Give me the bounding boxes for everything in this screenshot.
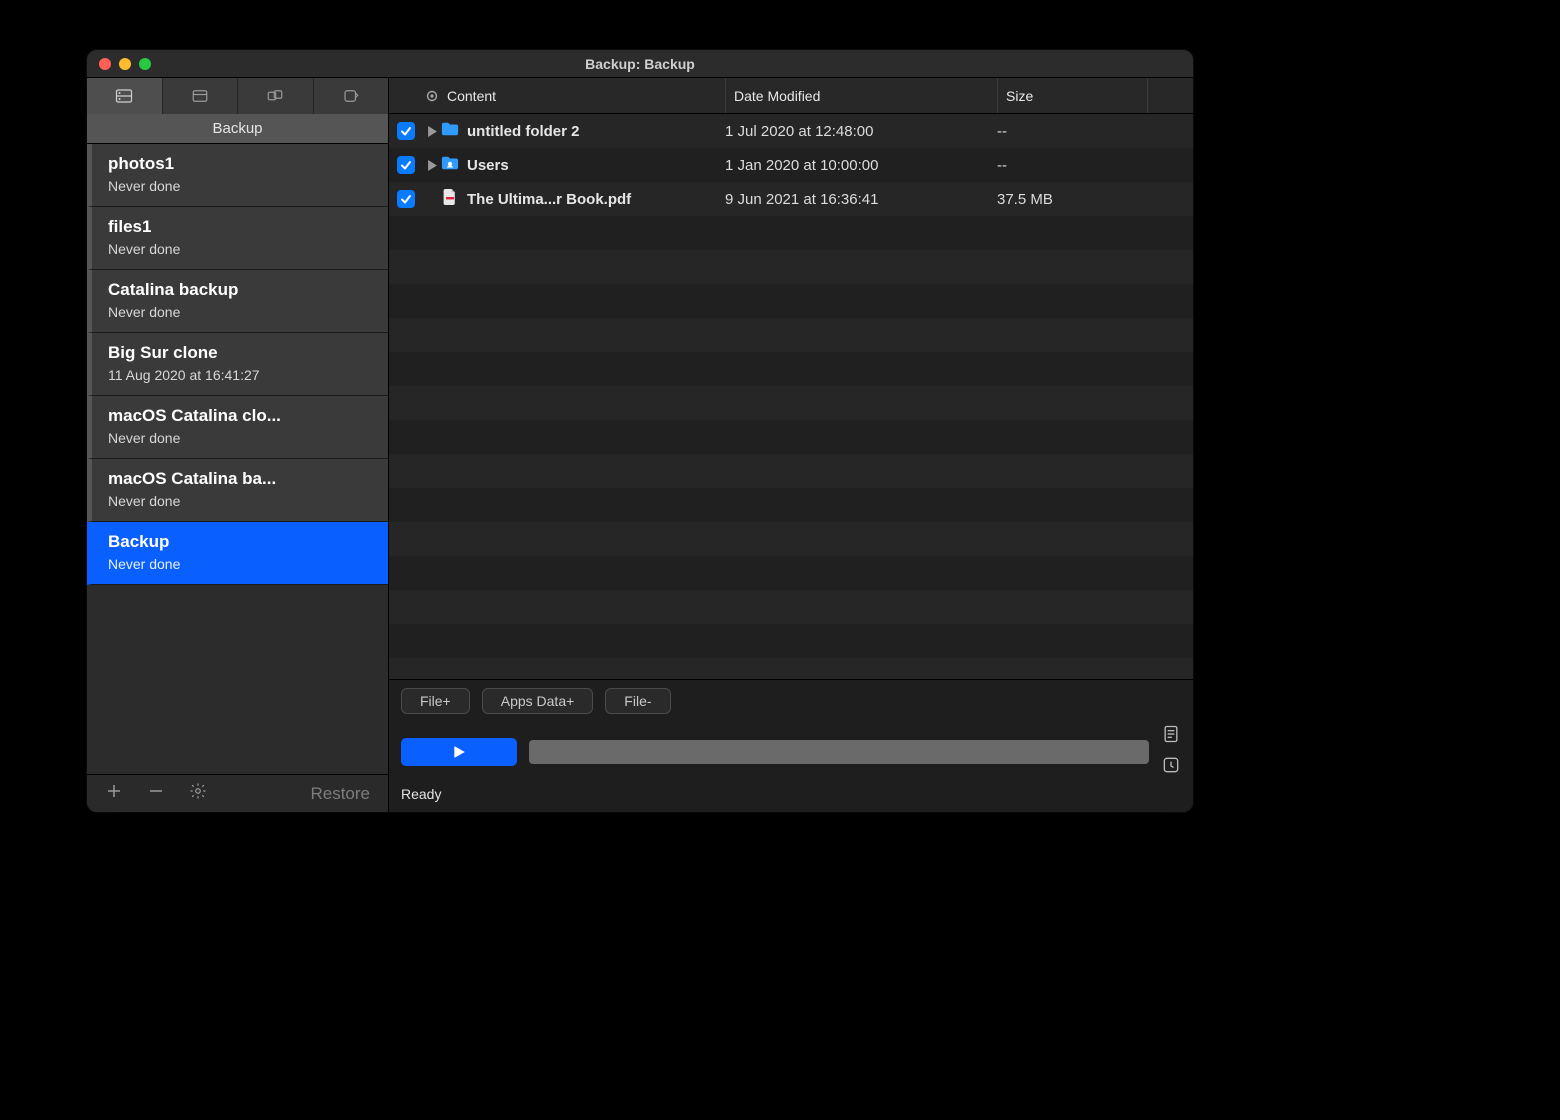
file-date: 1 Jan 2020 at 10:00:00 [725,157,997,174]
table-row [389,386,1193,420]
file-size: -- [997,157,1147,174]
file-name: Users [467,157,509,174]
sidebar-item-name: macOS Catalina clo... [108,406,372,426]
table-row[interactable]: Users 1 Jan 2020 at 10:00:00-- [389,148,1193,182]
file-name: untitled folder 2 [467,123,580,140]
status-text: Ready [401,786,1181,802]
sidebar-item-status: Never done [108,304,372,320]
row-checkbox[interactable] [397,190,415,208]
sidebar-item-name: Catalina backup [108,280,372,300]
file-name: The Ultima...r Book.pdf [467,191,631,208]
sidebar-item[interactable]: Catalina backup Never done [87,270,388,333]
bottom-bar: File+ Apps Data+ File- [389,679,1193,812]
sidebar-item-status: Never done [108,556,372,572]
titlebar: Backup: Backup [87,50,1193,78]
table-header: Content Date Modified Size [389,78,1193,114]
file-icon [441,121,467,141]
sidebar-item-name: Backup [108,532,372,552]
sidebar-item-name: Big Sur clone [108,343,372,363]
sidebar-item[interactable]: Big Sur clone 11 Aug 2020 at 16:41:27 [87,333,388,396]
column-size[interactable]: Size [997,78,1147,113]
row-checkbox[interactable] [397,122,415,140]
restore-button[interactable]: Restore [310,784,370,804]
table-row [389,590,1193,624]
table-row [389,658,1193,679]
log-icon[interactable] [1161,724,1181,749]
table-row [389,488,1193,522]
table-row [389,284,1193,318]
add-task-button[interactable] [105,782,123,805]
sidebar-item-status: Never done [108,430,372,446]
file-size: -- [997,123,1147,140]
tab-sync-icon[interactable] [314,78,389,114]
file-remove-button[interactable]: File- [605,688,670,714]
app-window: Backup: Backup Backup photos1Never donef… [87,50,1193,812]
table-row [389,250,1193,284]
sidebar-item-status: 11 Aug 2020 at 16:41:27 [108,367,372,383]
sidebar-item-name: photos1 [108,154,372,174]
table-row [389,556,1193,590]
table-row [389,624,1193,658]
sidebar-item[interactable]: files1 Never done [87,207,388,270]
sidebar-heading: Backup [87,114,388,144]
sidebar-item[interactable]: macOS Catalina ba... Never done [87,459,388,522]
column-spacer [1147,78,1193,113]
main-panel: Content Date Modified Size untitled fold… [389,78,1193,812]
file-table: untitled folder 2 1 Jul 2020 at 12:48:00-… [389,114,1193,679]
sidebar-list: photos1Never donefiles1Never doneCatalin… [87,144,388,774]
column-date[interactable]: Date Modified [725,78,997,113]
tab-archive-icon[interactable] [163,78,239,114]
table-row[interactable]: The Ultima...r Book.pdf 9 Jun 2021 at 16:… [389,182,1193,216]
file-date: 1 Jul 2020 at 12:48:00 [725,123,997,140]
sidebar-item[interactable]: macOS Catalina clo... Never done [87,396,388,459]
file-date: 9 Jun 2021 at 16:36:41 [725,191,997,208]
sidebar-tabs [87,78,388,114]
sidebar-item-status: Never done [108,241,372,257]
remove-task-button[interactable] [147,782,165,805]
table-row [389,318,1193,352]
disclosure-icon[interactable] [425,160,439,171]
table-row [389,454,1193,488]
apps-data-add-button[interactable]: Apps Data+ [482,688,594,714]
sidebar-item-name: macOS Catalina ba... [108,469,372,489]
settings-button[interactable] [189,782,207,805]
progress-bar [529,740,1149,764]
file-add-button[interactable]: File+ [401,688,470,714]
sidebar-item-name: files1 [108,217,372,237]
sidebar-footer: Restore [87,774,388,812]
disclosure-icon[interactable] [425,126,439,137]
sidebar: Backup photos1 Never done files1 Never done… [87,78,389,812]
sidebar-item-status: Never done [108,493,372,509]
schedule-icon[interactable] [1161,755,1181,780]
table-row [389,216,1193,250]
table-row [389,522,1193,556]
header-radio-icon[interactable] [423,90,441,102]
file-icon [441,189,467,209]
sidebar-item-status: Never done [108,178,372,194]
sidebar-item[interactable]: photos1 Never done [87,144,388,207]
row-checkbox[interactable] [397,156,415,174]
table-row [389,352,1193,386]
tab-compare-icon[interactable] [238,78,314,114]
run-button[interactable] [401,738,517,766]
column-content[interactable]: Content [441,88,725,104]
file-size: 37.5 MB [997,191,1147,208]
table-row [389,420,1193,454]
file-icon [441,155,467,175]
sidebar-item[interactable]: Backup Never done [87,522,388,585]
window-title: Backup: Backup [87,56,1193,72]
table-row[interactable]: untitled folder 2 1 Jul 2020 at 12:48:00-… [389,114,1193,148]
tab-backup-icon[interactable] [87,78,163,114]
